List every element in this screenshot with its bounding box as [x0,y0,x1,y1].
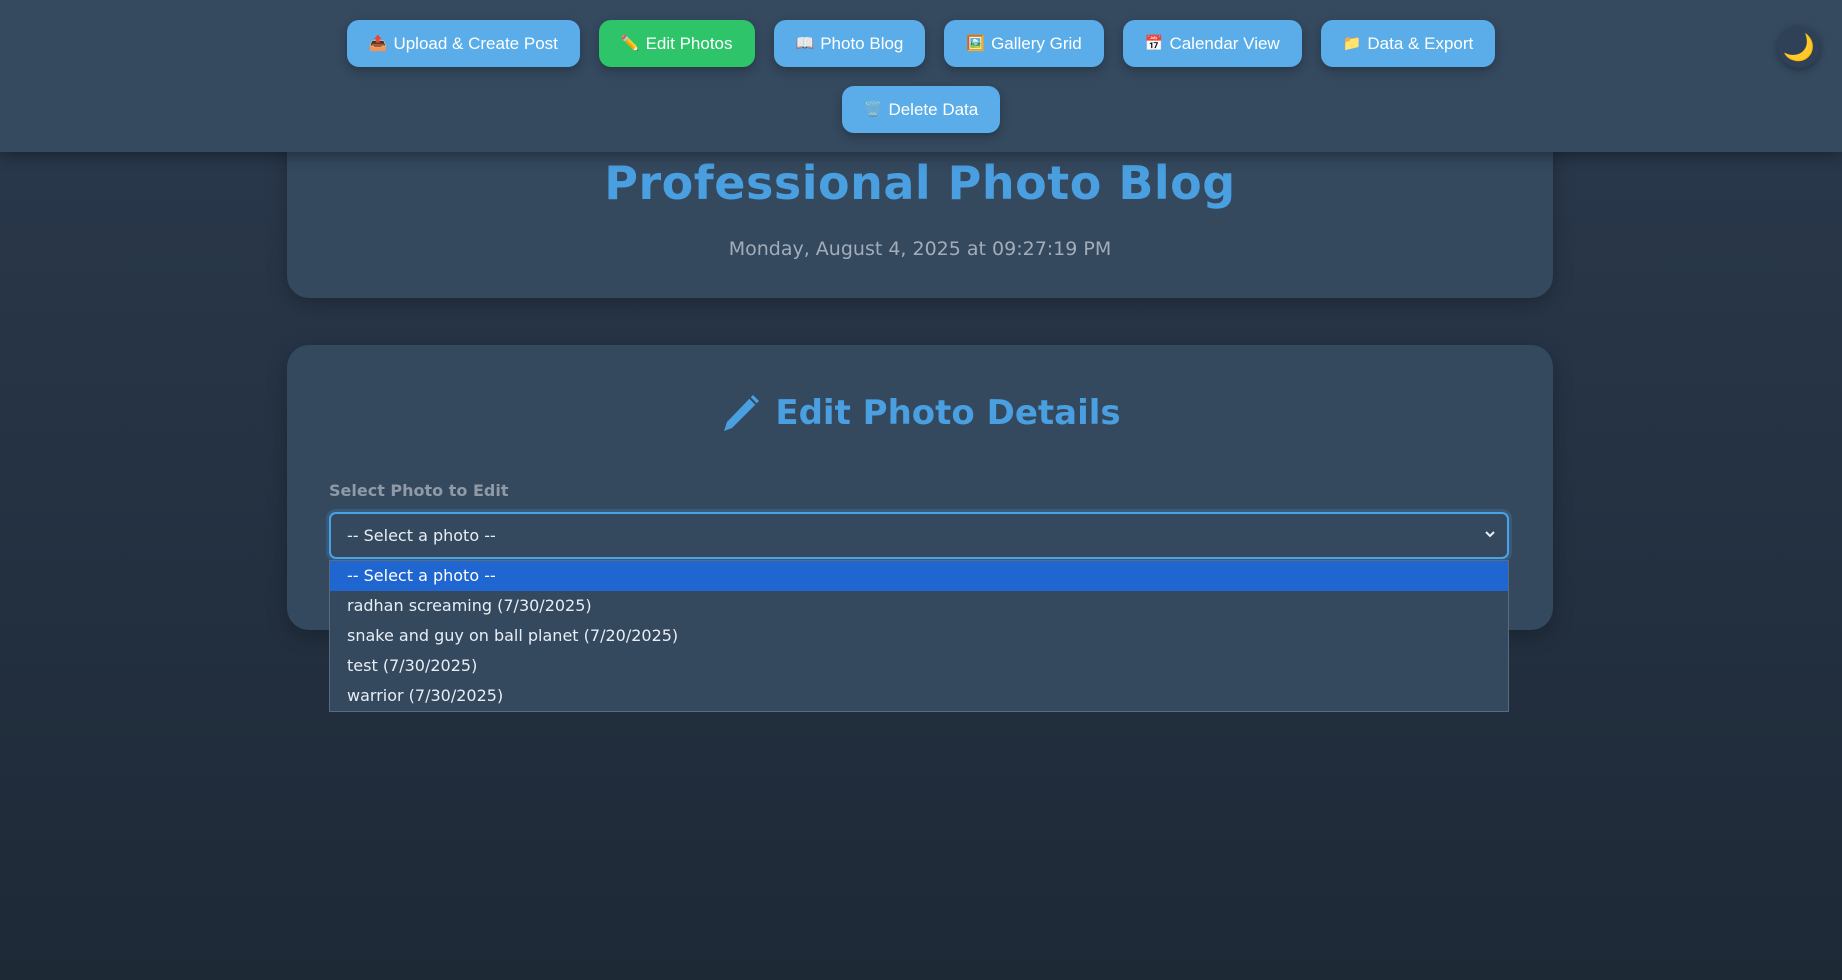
photo-blog-label: Photo Blog [820,33,904,53]
nav-row-secondary: 🗑️ Delete Data [0,86,1842,133]
nav-row-primary: 📤 Upload & Create Post ✏️ Edit Photos 📖 … [0,20,1842,67]
upload-icon: 📤 [368,35,388,52]
gallery-grid-label: Gallery Grid [991,33,1082,53]
upload-create-post-button[interactable]: 📤 Upload & Create Post [346,20,580,67]
book-icon: 📖 [795,35,815,52]
delete-data-label: Delete Data [888,99,979,119]
photo-select-value: -- Select a photo -- [347,526,496,545]
photo-option[interactable]: snake and guy on ball planet (7/20/2025) [330,621,1508,651]
photo-option[interactable]: radhan screaming (7/30/2025) [330,591,1508,621]
gallery-grid-button[interactable]: 🖼️ Gallery Grid [944,20,1104,67]
photo-select[interactable]: -- Select a photo -- [329,512,1509,559]
photo-blog-button[interactable]: 📖 Photo Blog [773,20,926,67]
calendar-view-button[interactable]: 📅 Calendar View [1122,20,1302,67]
folder-icon: 📁 [1342,35,1362,52]
picture-icon: 🖼️ [966,35,986,52]
current-datetime: Monday, August 4, 2025 at 09:27:19 PM [728,238,1112,260]
calendar-icon: 📅 [1144,35,1164,52]
chevron-down-icon [1485,531,1495,538]
edit-section-heading: Edit Photo Details [287,391,1553,435]
photo-option[interactable]: test (7/30/2025) [330,651,1508,681]
page-title: Professional Photo Blog [604,156,1236,210]
edit-section-title: Edit Photo Details [775,393,1121,433]
data-export-button[interactable]: 📁 Data & Export [1320,20,1496,67]
top-nav: 📤 Upload & Create Post ✏️ Edit Photos 📖 … [0,0,1842,152]
trash-icon: 🗑️ [863,101,883,118]
upload-create-post-label: Upload & Create Post [393,33,558,53]
calendar-view-label: Calendar View [1169,33,1280,53]
edit-photos-label: Edit Photos [645,33,733,53]
data-export-label: Data & Export [1367,33,1474,53]
moon-icon: 🌙 [1782,31,1816,62]
pencil-icon: ✏️ [620,35,640,52]
delete-data-button[interactable]: 🗑️ Delete Data [841,86,1001,133]
photo-option[interactable]: -- Select a photo -- [330,561,1508,591]
photo-select-dropdown: -- Select a photo -- radhan screaming (7… [329,560,1509,712]
theme-toggle-button[interactable]: 🌙 [1778,26,1820,68]
pencil-icon [724,395,760,431]
select-photo-label: Select Photo to Edit [329,481,509,500]
edit-photos-button[interactable]: ✏️ Edit Photos [598,20,755,67]
photo-option[interactable]: warrior (7/30/2025) [330,681,1508,711]
